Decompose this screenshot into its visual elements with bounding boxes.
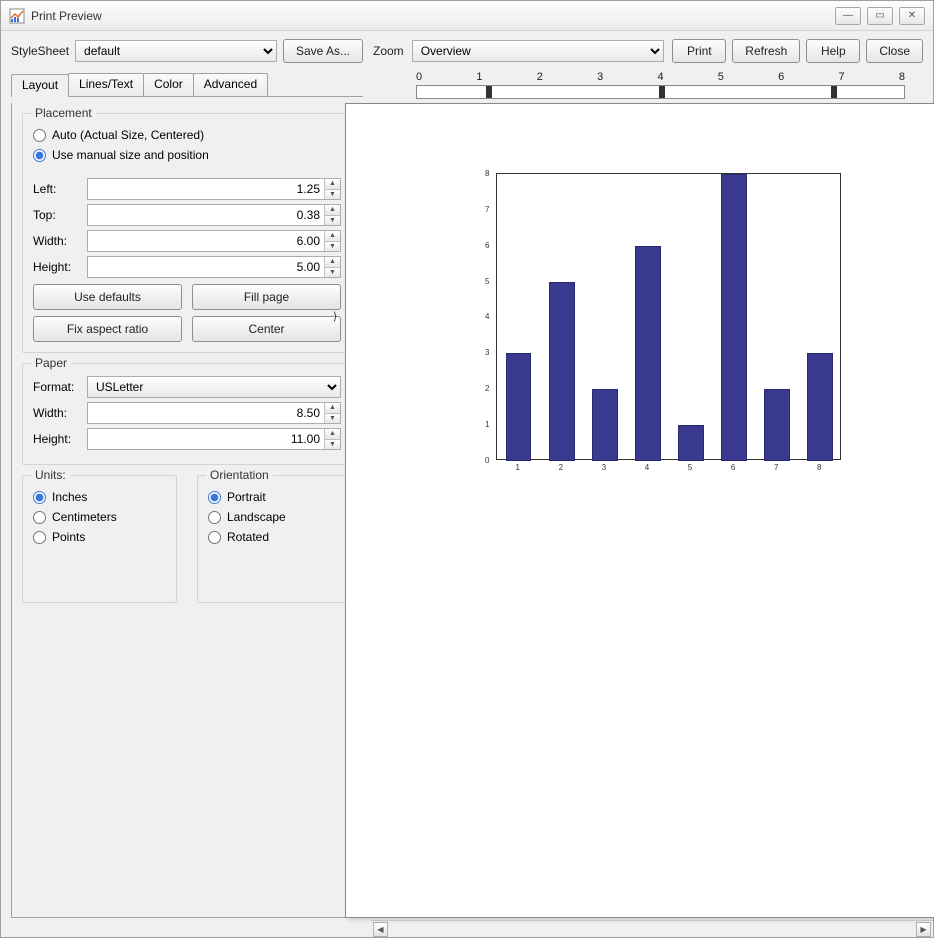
height-label: Height: (33, 260, 81, 274)
bar (807, 353, 833, 461)
tab-body: Placement Auto (Actual Size, Centered) U… (11, 103, 363, 918)
maximize-button[interactable]: ▭ (867, 7, 893, 25)
paper-width-spinner[interactable]: ▲▼ (324, 403, 340, 423)
placement-auto-label: Auto (Actual Size, Centered) (52, 128, 204, 142)
body: StyleSheet default Save As... Layout Lin… (1, 31, 933, 920)
use-defaults-button[interactable]: Use defaults (33, 284, 182, 310)
zoom-select[interactable]: Overview (412, 40, 665, 62)
tab-color[interactable]: Color (143, 73, 194, 96)
paper-title: Paper (31, 356, 71, 370)
top-label: Top: (33, 208, 81, 222)
stylesheet-row: StyleSheet default Save As... (11, 39, 363, 63)
units-pt-radio[interactable] (33, 531, 46, 544)
right-pane: Zoom Overview Print Refresh Help Close 0… (373, 39, 923, 918)
units-cm-label: Centimeters (52, 510, 117, 524)
paper-format-select[interactable]: USLetter (87, 376, 341, 398)
bar (549, 282, 575, 461)
top-spinner[interactable]: ▲▼ (324, 205, 340, 225)
window-title: Print Preview (31, 9, 835, 23)
placement-manual-label: Use manual size and position (52, 148, 209, 162)
left-spinner[interactable]: ▲▼ (324, 179, 340, 199)
print-button[interactable]: Print (672, 39, 726, 63)
bar (592, 389, 618, 461)
paper-height-spinner[interactable]: ▲▼ (324, 429, 340, 449)
paper-height-input[interactable] (88, 432, 324, 446)
save-as-button[interactable]: Save As... (283, 39, 363, 63)
bar (721, 174, 747, 461)
print-preview-window: Print Preview — ▭ ✕ StyleSheet default S… (0, 0, 934, 938)
left-pane: StyleSheet default Save As... Layout Lin… (11, 39, 363, 918)
orientation-title: Orientation (206, 468, 273, 482)
placement-auto-radio[interactable] (33, 129, 46, 142)
units-inches-radio[interactable] (33, 491, 46, 504)
page-preview-area: 12345678012345678 ⟩ ⌃⌄ (417, 103, 902, 918)
zoom-row: Zoom Overview Print Refresh Help Close (373, 39, 923, 63)
orientation-portrait-label: Portrait (227, 490, 266, 504)
horizontal-ruler[interactable] (416, 85, 905, 99)
scroll-right-icon[interactable]: ▶ (916, 922, 931, 937)
height-input[interactable] (88, 260, 324, 274)
paper-width-input[interactable] (88, 406, 324, 420)
paper-group: Paper Format:USLetter Width:▲▼ Height:▲▼ (22, 363, 352, 465)
minimize-button[interactable]: — (835, 7, 861, 25)
units-cm-radio[interactable] (33, 511, 46, 524)
top-input[interactable] (88, 208, 324, 222)
orientation-landscape-label: Landscape (227, 510, 286, 524)
bar-chart: 12345678012345678 (496, 173, 841, 460)
zoom-label: Zoom (373, 44, 404, 58)
tab-lines-text[interactable]: Lines/Text (68, 73, 144, 96)
left-input[interactable] (88, 182, 324, 196)
placement-title: Placement (31, 106, 96, 120)
format-label: Format: (33, 380, 81, 394)
scroll-left-icon[interactable]: ◀ (373, 922, 388, 937)
titlebar: Print Preview — ▭ ✕ (1, 1, 933, 31)
orientation-portrait-radio[interactable] (208, 491, 221, 504)
paper-height-label: Height: (33, 432, 81, 446)
horizontal-ruler-wrap: 012345678 (416, 71, 905, 99)
refresh-button[interactable]: Refresh (732, 39, 800, 63)
units-title: Units: (31, 468, 70, 482)
window-buttons: — ▭ ✕ (835, 7, 925, 25)
width-spinner[interactable]: ▲▼ (324, 231, 340, 251)
placement-group: Placement Auto (Actual Size, Centered) U… (22, 113, 352, 353)
close-button[interactable]: Close (866, 39, 923, 63)
tabs: Layout Lines/Text Color Advanced (11, 73, 363, 97)
page[interactable]: 12345678012345678 (345, 103, 934, 918)
height-spinner[interactable]: ▲▼ (324, 257, 340, 277)
bar (764, 389, 790, 461)
tab-layout[interactable]: Layout (11, 74, 69, 97)
left-label: Left: (33, 182, 81, 196)
width-input[interactable] (88, 234, 324, 248)
horizontal-ruler-ticks: 012345678 (416, 71, 905, 85)
orientation-rotated-radio[interactable] (208, 531, 221, 544)
width-label: Width: (33, 234, 81, 248)
center-button[interactable]: Center (192, 316, 341, 342)
horizontal-scrollbar[interactable]: ◀ ▶ (371, 920, 933, 937)
stylesheet-label: StyleSheet (11, 44, 69, 58)
app-icon (9, 8, 25, 24)
tab-advanced[interactable]: Advanced (193, 73, 268, 96)
stylesheet-select[interactable]: default (75, 40, 277, 62)
units-inches-label: Inches (52, 490, 87, 504)
placement-manual-radio[interactable] (33, 149, 46, 162)
fill-page-button[interactable]: Fill page (192, 284, 341, 310)
orientation-rotated-label: Rotated (227, 530, 269, 544)
orientation-landscape-radio[interactable] (208, 511, 221, 524)
fix-aspect-button[interactable]: Fix aspect ratio (33, 316, 182, 342)
close-window-button[interactable]: ✕ (899, 7, 925, 25)
paper-width-label: Width: (33, 406, 81, 420)
bar (506, 353, 532, 461)
preview-row: 01234567891011 12345678012345678 ⟩ ⌃⌄ ▲ … (373, 103, 923, 918)
orientation-group: Orientation Portrait Landscape Rotated (197, 475, 352, 603)
units-pt-label: Points (52, 530, 85, 544)
bar (678, 425, 704, 461)
bar (635, 246, 661, 461)
help-button[interactable]: Help (806, 39, 860, 63)
units-group: Units: Inches Centimeters Points (22, 475, 177, 603)
